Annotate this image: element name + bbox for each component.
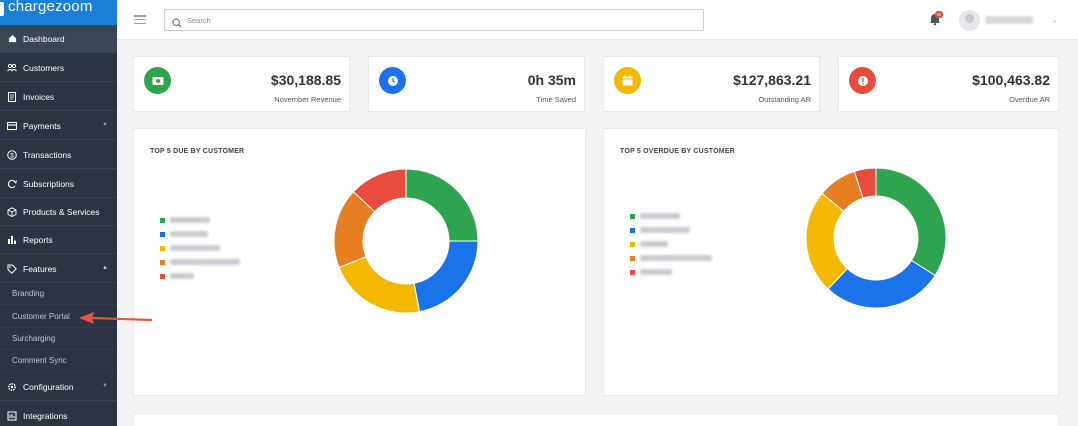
sidebar: chargezoom Dashboard Customers Invoices … xyxy=(0,0,117,426)
sidebar-item-label: Dashboard xyxy=(23,33,65,44)
chevron-down-icon[interactable]: ⌄ xyxy=(1052,17,1057,24)
sidebar-item-dashboard[interactable]: Dashboard xyxy=(0,25,117,53)
gear-icon xyxy=(7,382,17,392)
annotation-arrow-icon xyxy=(79,312,153,324)
donut-chart xyxy=(805,167,947,309)
sidebar-item-label: Integrations xyxy=(23,410,68,421)
sidebar-item-features[interactable]: Features ▲ xyxy=(0,255,117,283)
sidebar-subitem-label: Branding xyxy=(12,289,45,298)
tag-icon xyxy=(7,264,17,274)
sidebar-item-products-services[interactable]: Products & Services xyxy=(0,198,117,226)
stat-value: $127,863.21 xyxy=(733,72,811,88)
home-icon xyxy=(7,34,17,44)
sidebar-item-label: Transactions xyxy=(23,149,72,160)
chevron-up-icon: ▲ xyxy=(102,265,108,271)
sidebar-item-label: Features xyxy=(23,263,57,274)
sidebar-item-label: Products & Services xyxy=(23,206,100,217)
chart-panel-overdue: TOP 5 OVERDUE BY CUSTOMER . . . . . xyxy=(603,128,1059,396)
brand-name[interactable]: chargezoom xyxy=(8,0,93,15)
sidebar-item-label: Configuration xyxy=(23,381,74,392)
sidebar-item-label: Invoices xyxy=(23,91,55,102)
stat-label: Time Saved xyxy=(536,95,576,104)
users-icon xyxy=(7,63,17,73)
donut-chart xyxy=(333,168,479,314)
avatar[interactable] xyxy=(959,10,980,31)
sidebar-item-invoices[interactable]: Invoices xyxy=(0,83,117,111)
integration-icon xyxy=(7,411,17,421)
chart-panel-due: TOP 5 DUE BY CUSTOMER . . . . . xyxy=(133,128,586,396)
search-input[interactable]: Search xyxy=(164,9,704,31)
bar-chart-icon xyxy=(7,235,17,245)
box-icon xyxy=(7,206,17,217)
hamburger-menu-icon[interactable] xyxy=(134,15,146,25)
calendar-icon xyxy=(614,67,641,94)
brand-bar: chargezoom xyxy=(0,0,117,25)
bottom-panel xyxy=(133,413,1059,426)
notification-badge: 99 xyxy=(935,11,943,18)
top-header: Search 99 ⌄ xyxy=(117,0,1078,40)
stat-value: $30,188.85 xyxy=(270,72,341,88)
stat-label: November Revenue xyxy=(274,95,341,104)
stat-value: $100,463.82 xyxy=(972,72,1050,88)
stat-card-outstanding-ar: $127,863.21 Outstanding AR xyxy=(603,56,820,112)
sidebar-item-reports[interactable]: Reports xyxy=(0,226,117,254)
payment-card-icon xyxy=(7,121,17,131)
chevron-down-icon: ▼ xyxy=(102,122,108,128)
stat-value: 0h 35m xyxy=(527,72,576,88)
sidebar-subitem-label: Comment Sync xyxy=(12,356,67,365)
stat-card-revenue: $30,188.85 November Revenue xyxy=(133,56,350,112)
sidebar-item-label: Payments xyxy=(23,120,61,131)
stat-card-time-saved: 0h 35m Time Saved xyxy=(368,56,585,112)
sidebar-subitem-comment-sync[interactable]: Comment Sync xyxy=(0,350,117,372)
stat-card-overdue-ar: $100,463.82 Overdue AR xyxy=(838,56,1059,112)
stat-label: Overdue AR xyxy=(1009,95,1050,104)
clock-icon xyxy=(379,67,406,94)
svg-text:$: $ xyxy=(10,152,14,159)
sidebar-item-transactions[interactable]: $ Transactions xyxy=(0,141,117,169)
donut-slice-0[interactable] xyxy=(875,167,947,277)
donut-slice-1[interactable] xyxy=(413,240,479,313)
search-placeholder: Search xyxy=(187,15,211,25)
sidebar-item-configuration[interactable]: Configuration ▼ xyxy=(0,373,117,401)
sidebar-item-label: Subscriptions xyxy=(23,178,75,189)
donut-slice-0[interactable] xyxy=(405,168,479,242)
sidebar-item-label: Reports xyxy=(23,234,53,245)
user-name-redacted[interactable] xyxy=(985,16,1033,24)
sidebar-item-customers[interactable]: Customers xyxy=(0,54,117,82)
refresh-icon xyxy=(7,179,17,189)
alert-icon xyxy=(849,67,876,94)
sidebar-item-integrations[interactable]: Integrations xyxy=(0,402,117,426)
stat-label: Outstanding AR xyxy=(758,95,811,104)
brand-logo-icon xyxy=(0,2,4,16)
invoice-icon xyxy=(7,91,17,102)
sidebar-subitem-label: Surcharging xyxy=(12,334,56,343)
sidebar-subitem-surcharging[interactable]: Surcharging xyxy=(0,328,117,350)
sidebar-subitem-label: Customer Portal xyxy=(12,312,70,321)
dollar-icon: $ xyxy=(7,149,17,160)
search-icon xyxy=(172,15,182,28)
cash-icon xyxy=(144,67,171,94)
sidebar-item-payments[interactable]: Payments ▼ xyxy=(0,112,117,140)
donut-slice-2[interactable] xyxy=(338,256,421,314)
chevron-down-icon: ▼ xyxy=(102,383,108,389)
sidebar-item-subscriptions[interactable]: Subscriptions xyxy=(0,170,117,198)
sidebar-item-label: Customers xyxy=(23,62,65,73)
sidebar-subitem-branding[interactable]: Branding xyxy=(0,283,117,305)
